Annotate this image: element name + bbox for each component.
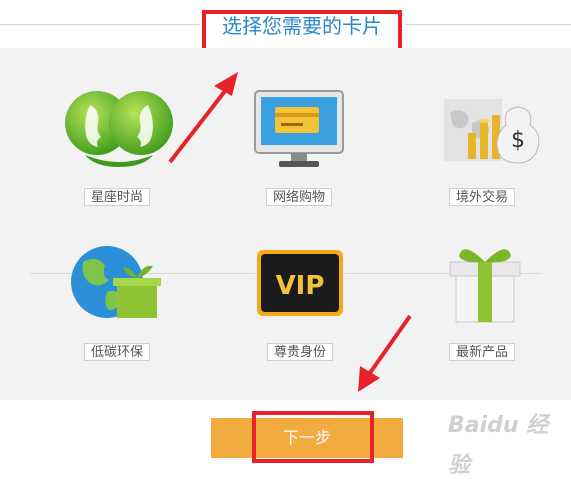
- annotation-arrows: [168, 72, 412, 392]
- next-step-button[interactable]: 下一步: [211, 418, 403, 458]
- baidu-watermark: Baidu 经验: [448, 413, 549, 478]
